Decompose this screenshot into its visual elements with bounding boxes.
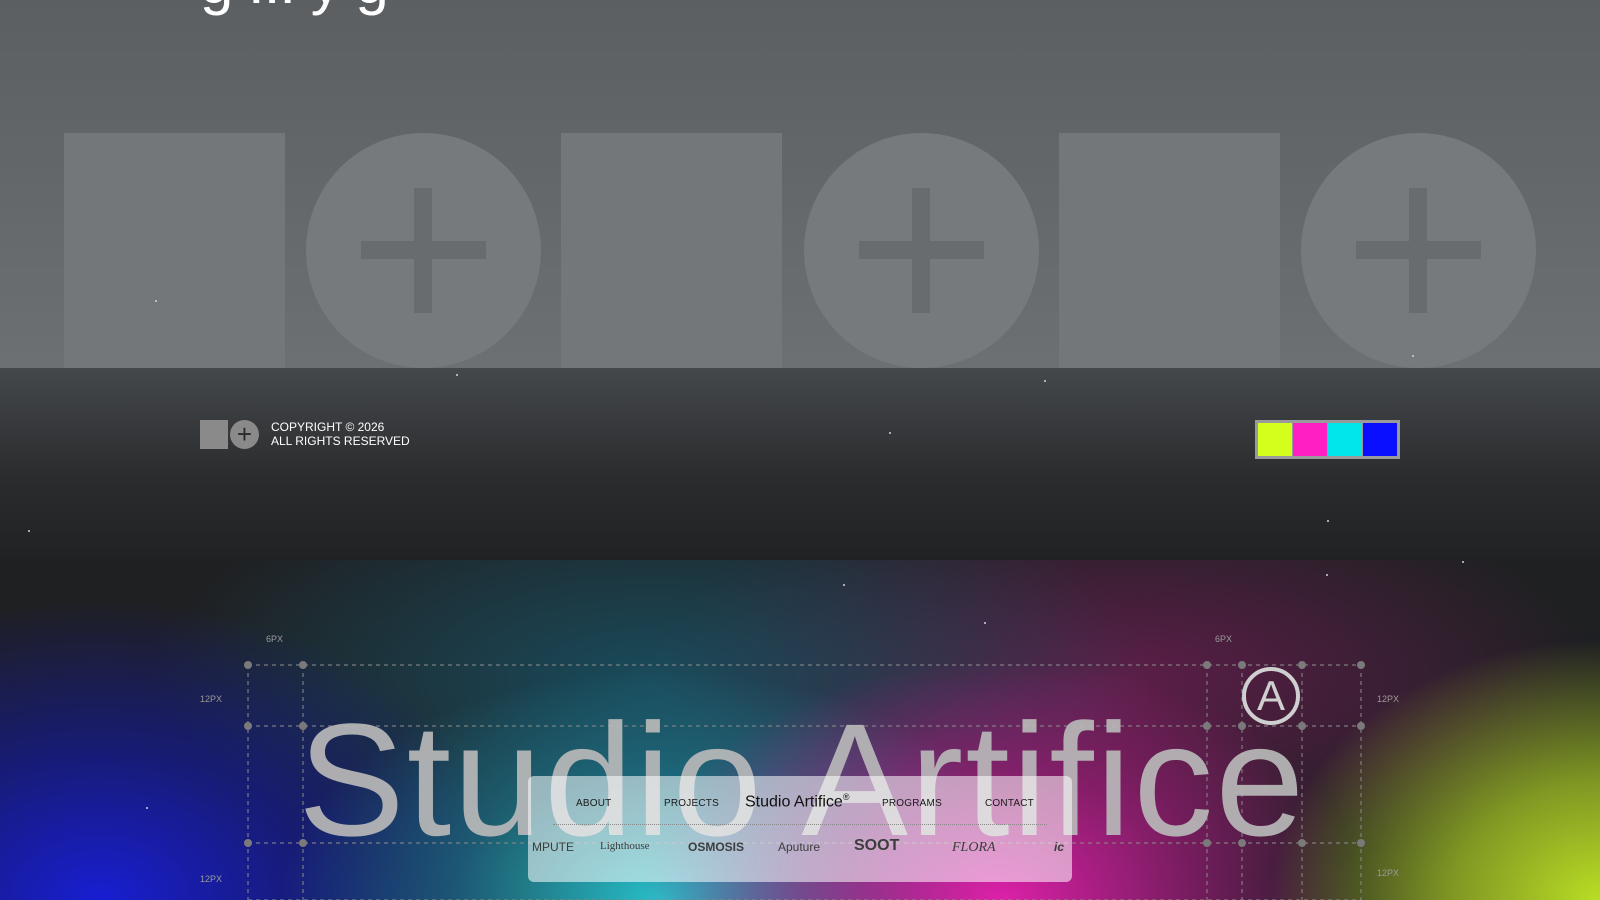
partner-logo-compute: MPUTE (532, 840, 574, 854)
copyright-line: COPYRIGHT © 2026 (271, 420, 385, 434)
nav-divider (553, 824, 1047, 825)
nav-projects[interactable]: PROJECTS (664, 798, 719, 809)
partner-logo-ic: ic (1054, 840, 1065, 854)
spec-label: 12PX (200, 694, 223, 704)
nav-links-row: ABOUT PROJECTS Studio Artifice® PROGRAMS… (528, 776, 1072, 824)
partner-logo-flora: FLORA (952, 840, 996, 855)
swatch-lime (1258, 423, 1292, 456)
registered-circle-icon: A (1242, 667, 1300, 725)
spec-label: 12PX (200, 874, 223, 884)
square-icon (200, 420, 228, 449)
partner-logo-soot: SOOT (854, 837, 900, 854)
floating-navbar: ABOUT PROJECTS Studio Artifice® PROGRAMS… (528, 776, 1072, 882)
logo-square-shape (1059, 133, 1280, 368)
nav-programs[interactable]: PROGRAMS (882, 798, 942, 809)
logo-plus-circle-icon (804, 133, 1039, 368)
partner-logos-marquee: MPUTE Lighthouse OSMOSIS Aputure SOOT FL… (528, 830, 1072, 866)
logo-plus-circle-icon (1301, 133, 1536, 368)
star-dot (146, 807, 148, 809)
spec-label: 12PX (1377, 694, 1400, 704)
partner-logo-osmosis: OSMOSIS (688, 840, 745, 854)
swatch-magenta (1293, 423, 1327, 456)
star-dot (1462, 561, 1464, 563)
plus-circle-icon: + (230, 420, 259, 449)
star-dot (1327, 520, 1329, 522)
rights-line: ALL RIGHTS RESERVED (271, 434, 410, 448)
partner-logo-lighthouse: Lighthouse (600, 840, 650, 852)
footer-logo[interactable]: + (200, 420, 260, 450)
logo-square-shape (561, 133, 782, 368)
registered-icon: ® (842, 792, 850, 802)
star-dot (843, 584, 845, 586)
logo-pattern-row (0, 133, 1600, 368)
swatch-blue (1363, 423, 1397, 456)
partner-logo-aputure: Aputure (778, 840, 821, 854)
star-dot (984, 622, 986, 624)
color-swatches (1255, 420, 1400, 459)
nav-contact[interactable]: CONTACT (985, 798, 1034, 809)
logo-plus-circle-icon (306, 133, 541, 368)
hero-title: g ... y g (200, 0, 389, 17)
hero-section: g ... y g (0, 0, 1600, 368)
nav-about[interactable]: ABOUT (576, 798, 611, 809)
star-dot (28, 530, 30, 532)
copyright-text: COPYRIGHT © 2026 ALL RIGHTS RESERVED (271, 420, 410, 448)
star-dot (456, 374, 458, 376)
logo-square-shape (64, 133, 285, 368)
star-dot (1412, 355, 1414, 357)
star-dot (155, 300, 157, 302)
nav-brand-name: Studio Artifice (745, 793, 843, 811)
nav-brand-logo[interactable]: Studio Artifice® (745, 792, 849, 811)
spec-label: 6PX (266, 634, 284, 644)
footer (0, 368, 1600, 568)
spec-label: 12PX (1377, 868, 1400, 878)
star-dot (1326, 574, 1328, 576)
spec-label: 6PX (1215, 634, 1233, 644)
star-dot (1044, 380, 1046, 382)
star-dot (889, 432, 891, 434)
swatch-cyan (1328, 423, 1362, 456)
